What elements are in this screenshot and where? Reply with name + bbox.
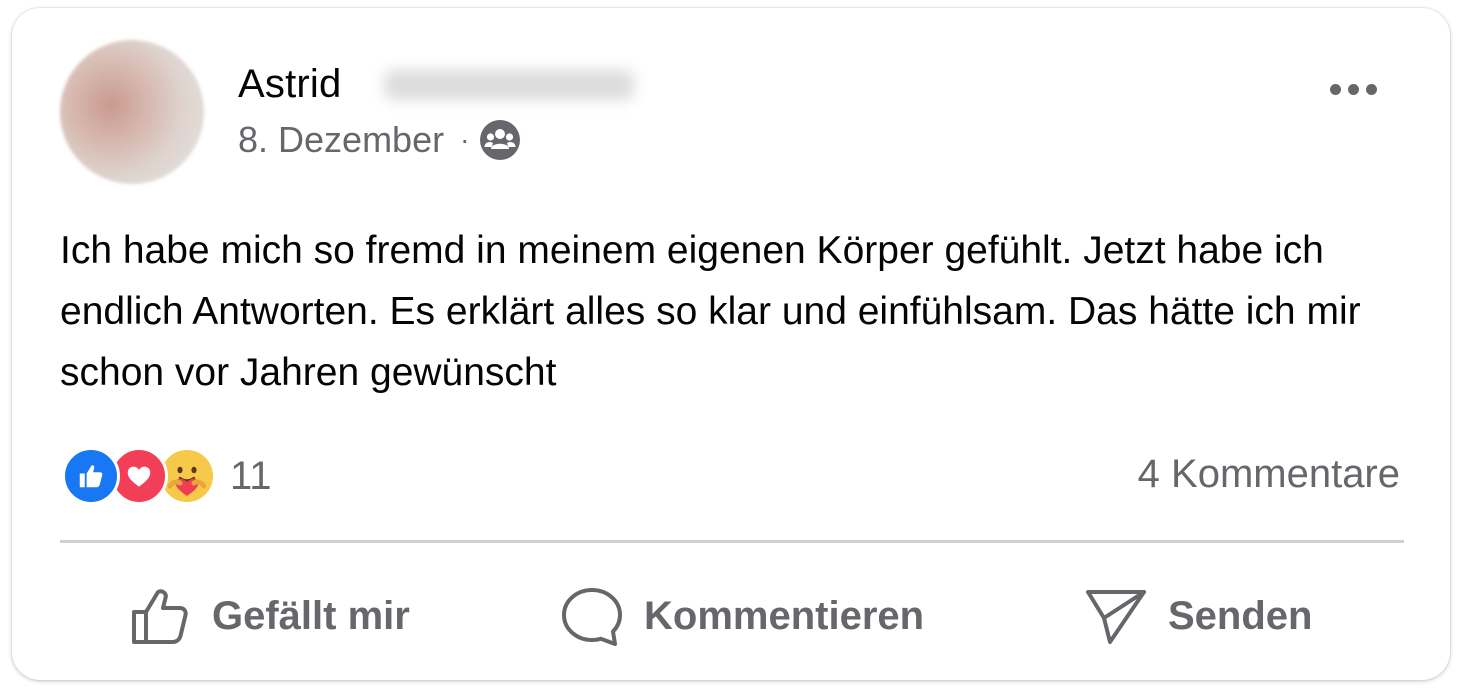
meta-separator: · xyxy=(460,124,470,155)
send-icon xyxy=(1086,590,1146,644)
like-button[interactable]: Gefällt mir xyxy=(128,576,410,656)
redacted-surname xyxy=(384,70,634,100)
avatar[interactable] xyxy=(60,40,204,184)
more-dot xyxy=(1329,83,1341,95)
comment-icon xyxy=(562,588,622,646)
divider xyxy=(60,540,1404,543)
post-card: Astrid 8. Dezember · Ich habe mich so fr… xyxy=(12,8,1450,680)
send-button[interactable]: Senden xyxy=(1084,576,1312,656)
thumbs-up-icon xyxy=(132,589,188,644)
group-icon[interactable] xyxy=(479,119,521,161)
like-label: Gefällt mir xyxy=(212,593,410,638)
more-options-icon[interactable] xyxy=(1318,72,1388,106)
reaction-count: 11 xyxy=(230,453,272,498)
like-reaction-icon xyxy=(62,447,120,505)
comment-label: Kommentieren xyxy=(644,593,925,638)
comments-count[interactable]: 4 Kommentare xyxy=(1138,452,1400,497)
author-name[interactable]: Astrid xyxy=(238,60,341,108)
comment-button[interactable]: Kommentieren xyxy=(560,576,924,656)
send-label: Senden xyxy=(1168,593,1313,638)
post-date[interactable]: 8. Dezember xyxy=(238,119,444,161)
more-dot xyxy=(1365,83,1377,95)
post-text: Ich habe mich so fremd in meinem eigenen… xyxy=(60,229,1361,394)
more-dot xyxy=(1347,83,1359,95)
post-meta: 8. Dezember · xyxy=(238,118,521,162)
reactions-summary[interactable]: 11 xyxy=(62,444,272,508)
